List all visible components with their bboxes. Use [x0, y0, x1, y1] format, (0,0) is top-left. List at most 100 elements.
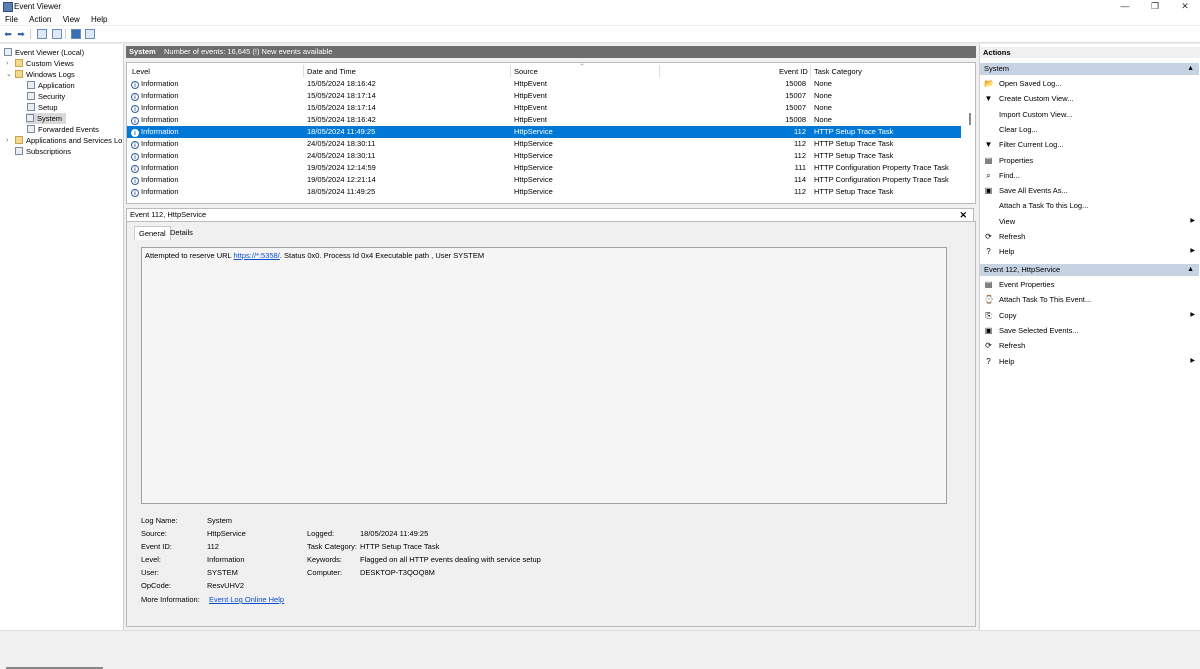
action-help[interactable]: ? Help ▶: [983, 245, 1197, 258]
cell-date: 18/05/2024 11:49:25: [307, 187, 376, 196]
collapse-caret-icon[interactable]: ▲: [1187, 264, 1194, 276]
help-icon[interactable]: [71, 29, 81, 39]
action-properties[interactable]: ▤ Properties: [983, 154, 1197, 167]
event-detail-title: Event 112, HttpService: [130, 210, 207, 219]
maximize-button[interactable]: ❐: [1140, 0, 1170, 13]
column-header-level[interactable]: Level: [132, 67, 150, 76]
forward-arrow-icon[interactable]: ➡: [16, 29, 26, 39]
table-row[interactable]: i Information 24/05/2024 18:30:11 HttpServi…: [127, 150, 961, 162]
field-label-source: Source:: [141, 529, 167, 538]
tree-item-event-viewer-local[interactable]: Event Viewer (Local): [4, 47, 84, 58]
column-header-source[interactable]: Source: [514, 67, 538, 76]
action-icon: ▤: [984, 155, 993, 165]
field-label-logged: Logged:: [307, 529, 335, 538]
action-filter-current-log[interactable]: ▼ Filter Current Log...: [983, 138, 1197, 151]
url-link[interactable]: https://*:5358/: [234, 251, 280, 260]
tree-item-setup[interactable]: Setup: [27, 102, 58, 113]
log-name: System: [129, 47, 156, 56]
minimize-button[interactable]: —: [1110, 0, 1140, 13]
event-message-box[interactable]: Attempted to reserve URL https://*:5358/…: [141, 247, 947, 504]
table-row[interactable]: i Information 18/05/2024 11:49:25 HttpServi…: [127, 126, 961, 138]
action-clear-log[interactable]: Clear Log...: [983, 123, 1197, 136]
table-row[interactable]: i Information 15/05/2024 18:16:42 HttpEvent…: [127, 78, 961, 90]
menu-help[interactable]: Help: [86, 13, 111, 24]
tree-item-security[interactable]: Security: [27, 91, 65, 102]
vertical-scrollbar[interactable]: [969, 113, 971, 125]
table-row[interactable]: i Information 19/05/2024 12:21:14 HttpServi…: [127, 174, 961, 186]
close-icon[interactable]: ✕: [959, 209, 967, 221]
toolbar-separator: [30, 29, 31, 39]
column-header-date[interactable]: Date and Time: [307, 67, 356, 76]
action-help[interactable]: ? Help ▶: [983, 355, 1197, 368]
cell-task-category: HTTP Configuration Property Trace Task: [814, 163, 949, 172]
action-copy[interactable]: ⎘ Copy ▶: [983, 309, 1197, 322]
tree-item-system[interactable]: System: [26, 113, 67, 124]
cell-date: 15/05/2024 18:17:14: [307, 103, 376, 112]
table-row[interactable]: i Information 15/05/2024 18:16:42 HttpEvent…: [127, 114, 961, 126]
column-separator[interactable]: [510, 65, 511, 77]
action-attach-task-to-this-event[interactable]: ⌚ Attach Task To This Event...: [983, 293, 1197, 306]
action-save-selected-events[interactable]: ▣ Save Selected Events...: [983, 324, 1197, 337]
column-separator[interactable]: [659, 65, 660, 77]
field-value-opcode: ResvUHV2: [207, 581, 245, 590]
tree-item-applications-and-services[interactable]: › Applications and Services Lo: [6, 135, 122, 146]
action-icon: ⟳: [985, 232, 992, 241]
table-row[interactable]: i Information 18/05/2024 11:49:25 HttpServi…: [127, 186, 961, 198]
action-view[interactable]: View ▶: [983, 215, 1197, 228]
action-refresh[interactable]: ⟳ Refresh: [983, 339, 1197, 352]
column-header-event-id[interactable]: Event ID: [779, 67, 808, 76]
event-message: Attempted to reserve URL https://*:5358/…: [145, 251, 485, 260]
field-value-source: HttpService: [207, 529, 246, 538]
submenu-arrow-icon: ▶: [1190, 248, 1195, 255]
collapse-chevron-icon[interactable]: ⌄: [6, 69, 12, 80]
action-icon: ⎘: [985, 310, 992, 320]
tree-item-application[interactable]: Application: [27, 80, 75, 91]
back-arrow-icon[interactable]: ⬅: [3, 29, 13, 39]
close-button[interactable]: ✕: [1170, 0, 1200, 13]
tree-item-custom-views[interactable]: › Custom Views: [6, 58, 74, 69]
field-label-log-name: Log Name:: [141, 516, 178, 525]
menu-file[interactable]: File: [0, 13, 22, 24]
table-row[interactable]: i Information 15/05/2024 18:17:14 HttpEvent…: [127, 102, 961, 114]
column-separator[interactable]: [303, 65, 304, 77]
menu-view[interactable]: View: [58, 13, 84, 24]
menu-action[interactable]: Action: [24, 13, 55, 24]
action-refresh[interactable]: ⟳ Refresh: [983, 230, 1197, 243]
expand-chevron-icon[interactable]: ›: [6, 58, 8, 69]
collapse-caret-icon[interactable]: ▲: [1187, 63, 1194, 75]
show-hide-tree-icon[interactable]: [52, 29, 62, 39]
tab-details[interactable]: Details: [166, 226, 197, 239]
up-folder-icon[interactable]: [37, 29, 47, 39]
expand-chevron-icon[interactable]: ›: [6, 135, 8, 146]
column-separator[interactable]: [810, 65, 811, 77]
action-event-properties[interactable]: ▤ Event Properties: [983, 278, 1197, 291]
column-header-task-category[interactable]: Task Category: [814, 67, 862, 76]
information-icon: i: [131, 93, 139, 101]
event-log-online-help-link[interactable]: Event Log Online Help: [209, 595, 284, 604]
tree-item-forwarded-events[interactable]: Forwarded Events: [27, 124, 99, 135]
tree-item-windows-logs[interactable]: ⌄ Windows Logs: [6, 69, 75, 80]
action-import-custom-view[interactable]: Import Custom View...: [983, 108, 1197, 121]
actions-section-event[interactable]: Event 112, HttpService ▲: [980, 264, 1199, 276]
action-save-all-events-as[interactable]: ▣ Save All Events As...: [983, 184, 1197, 197]
table-row[interactable]: i Information 19/05/2024 12:14:59 HttpServi…: [127, 162, 961, 174]
table-row[interactable]: i Information 15/05/2024 18:17:14 HttpEvent…: [127, 90, 961, 102]
action-icon: ⌕: [986, 170, 991, 180]
field-label-opcode: OpCode:: [141, 581, 172, 590]
information-icon: i: [131, 105, 139, 113]
cell-date: 19/05/2024 12:14:59: [307, 163, 376, 172]
cell-level: Information: [141, 79, 179, 88]
action-open-saved-log[interactable]: 📂 Open Saved Log...: [983, 77, 1197, 90]
field-value-log-name: System: [207, 516, 233, 525]
field-value-task-category: HTTP Setup Trace Task: [360, 542, 440, 551]
actions-section-system[interactable]: System ▲: [980, 63, 1199, 75]
table-row[interactable]: i Information 24/05/2024 18:30:11 HttpServi…: [127, 138, 961, 150]
tree-item-subscriptions[interactable]: Subscriptions: [15, 146, 71, 157]
cell-source: HttpEvent: [514, 91, 547, 100]
action-attach-a-task-to-this-log[interactable]: Attach a Task To this Log...: [983, 199, 1197, 212]
action-icon: 📂: [984, 79, 994, 88]
action-create-custom-view[interactable]: ▼ Create Custom View...: [983, 92, 1197, 105]
action-find[interactable]: ⌕ Find...: [983, 169, 1197, 182]
show-hide-action-pane-icon[interactable]: [85, 29, 95, 39]
menu-bar: File Action View Help: [0, 13, 1200, 25]
